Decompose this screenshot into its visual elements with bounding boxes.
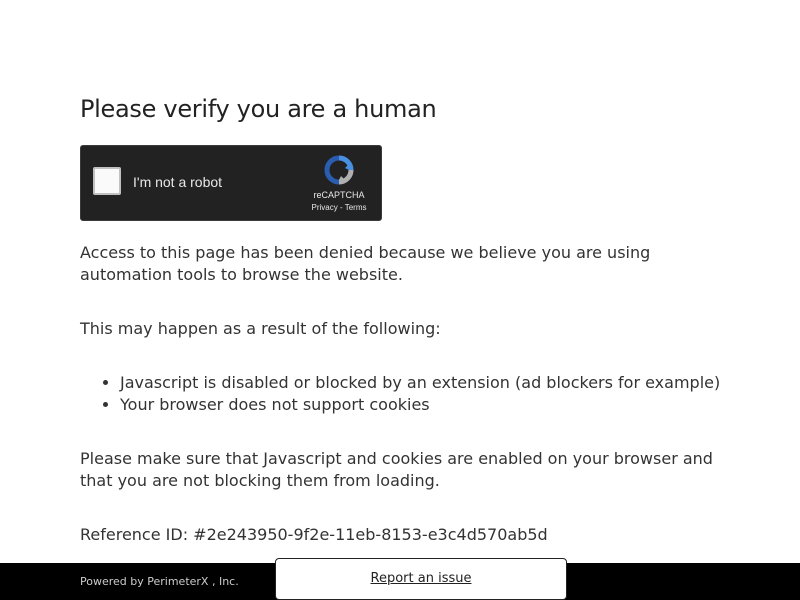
recaptcha-widget: I'm not a robot reCAPTCHA Privacy - Term…: [80, 145, 382, 221]
recaptcha-logo-icon: [324, 155, 354, 185]
recaptcha-label: I'm not a robot: [133, 174, 223, 190]
page: Please verify you are a human I'm not a …: [0, 0, 800, 600]
recaptcha-links: Privacy - Terms: [309, 203, 369, 212]
list-item: Javascript is disabled or blocked by an …: [120, 372, 730, 394]
recaptcha-logo: reCAPTCHA Privacy - Terms: [309, 154, 369, 212]
reference-id: Reference ID: #2e243950-9f2e-11eb-8153-e…: [80, 525, 548, 544]
page-title: Please verify you are a human: [80, 95, 437, 123]
list-item: Your browser does not support cookies: [120, 394, 730, 416]
privacy-link[interactable]: Privacy: [312, 203, 338, 212]
footer: Powered by PerimeterX , Inc. Report an i…: [0, 558, 800, 600]
reasons-list: Javascript is disabled or blocked by an …: [80, 372, 730, 416]
access-denied-text: Access to this page has been denied beca…: [80, 243, 651, 284]
links-separator: -: [337, 203, 345, 212]
terms-link[interactable]: Terms: [345, 203, 367, 212]
instructions-text: Please make sure that Javascript and coo…: [80, 449, 713, 490]
recaptcha-checkbox[interactable]: [93, 167, 121, 195]
recaptcha-brand: reCAPTCHA: [313, 190, 365, 200]
main-content: Please verify you are a human I'm not a …: [80, 94, 730, 546]
powered-by-text: Powered by PerimeterX , Inc.: [80, 575, 239, 588]
report-issue-button[interactable]: Report an issue: [275, 558, 567, 600]
reasons-intro: This may happen as a result of the follo…: [80, 319, 441, 338]
